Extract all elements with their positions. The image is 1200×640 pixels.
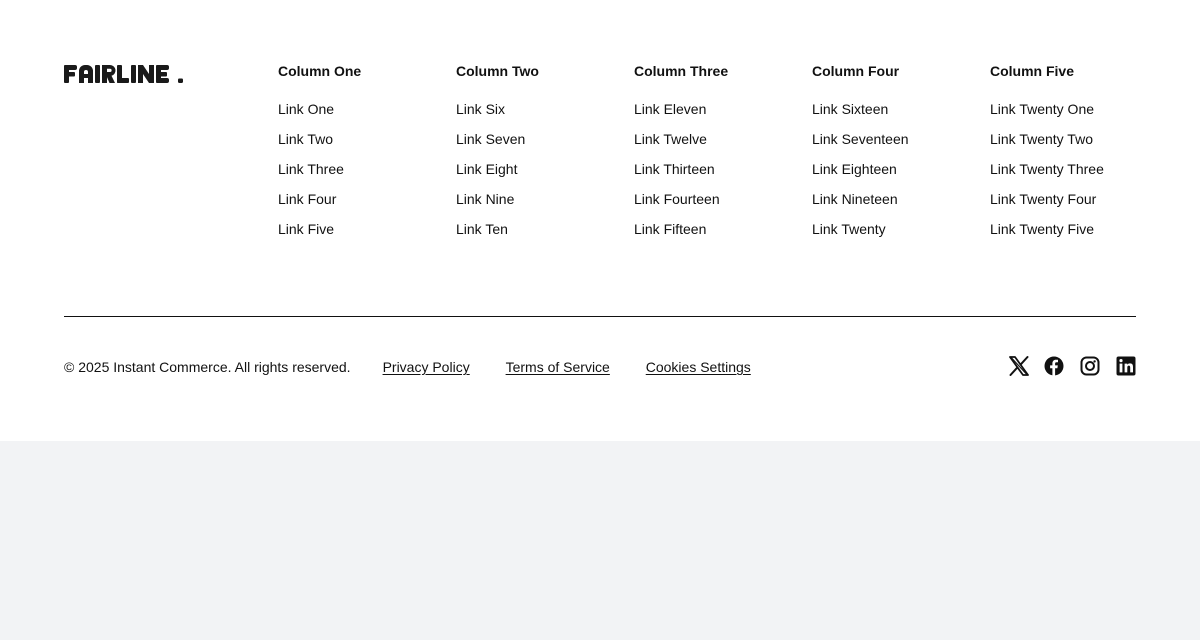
footer-link[interactable]: Link Four: [278, 191, 336, 207]
list-item: Link Nineteen: [812, 190, 982, 220]
fairline-logo-mark: [64, 64, 183, 83]
list-item: Link Sixteen: [812, 100, 982, 130]
brand-logo[interactable]: [64, 62, 186, 86]
column-title: Column Two: [456, 63, 539, 79]
footer-column-four: Column Four Link Sixteen Link Seventeen …: [812, 62, 982, 250]
linkedin-link[interactable]: [1116, 355, 1136, 377]
link-list: Link Eleven Link Twelve Link Thirteen Li…: [634, 100, 804, 250]
column-title: Column Four: [812, 63, 900, 79]
site-footer: Column One Link One Link Two Link Three …: [0, 0, 1200, 441]
x-link[interactable]: [1008, 355, 1029, 377]
column-title: Column One: [278, 63, 362, 79]
footer-link[interactable]: Link Seven: [456, 131, 525, 147]
footer-link[interactable]: Link Eleven: [634, 101, 706, 117]
footer-link[interactable]: Link Eighteen: [812, 161, 897, 177]
list-item: Link Eleven: [634, 100, 804, 130]
footer-link[interactable]: Link Eight: [456, 161, 517, 177]
facebook-icon: [1044, 356, 1064, 376]
list-item: Link Five: [278, 220, 448, 250]
list-item: Link Eighteen: [812, 160, 982, 190]
facebook-link[interactable]: [1044, 355, 1064, 377]
footer-link[interactable]: Link Nine: [456, 191, 514, 207]
link-list: Link One Link Two Link Three Link Four L…: [278, 100, 448, 250]
footer-link[interactable]: Link Twenty One: [990, 101, 1094, 117]
legal-links: Privacy Policy Terms of Service Cookies …: [351, 357, 751, 377]
footer-link[interactable]: Link Twenty Three: [990, 161, 1104, 177]
list-item: Link Four: [278, 190, 448, 220]
list-item: Link One: [278, 100, 448, 130]
list-item: Link Thirteen: [634, 160, 804, 190]
footer-divider: [64, 316, 1136, 317]
list-item: Link Eight: [456, 160, 626, 190]
footer-link[interactable]: Link Sixteen: [812, 101, 888, 117]
list-item: Link Three: [278, 160, 448, 190]
list-item: Link Twenty One: [990, 100, 1160, 130]
footer-link[interactable]: Link Fifteen: [634, 221, 706, 237]
list-item: Link Seven: [456, 130, 626, 160]
list-item: Link Fifteen: [634, 220, 804, 250]
footer-link[interactable]: Link Twenty: [812, 221, 886, 237]
column-title: Column Five: [990, 63, 1075, 79]
footer-link[interactable]: Link One: [278, 101, 334, 117]
footer-link[interactable]: Link Fourteen: [634, 191, 720, 207]
footer-link[interactable]: Link Six: [456, 101, 505, 117]
list-item: Link Twenty Five: [990, 220, 1160, 250]
list-item: Link Fourteen: [634, 190, 804, 220]
footer-link[interactable]: Link Twenty Four: [990, 191, 1096, 207]
list-item: Link Twenty Two: [990, 130, 1160, 160]
link-list: Link Twenty One Link Twenty Two Link Twe…: [990, 100, 1160, 250]
cookies-settings-link[interactable]: Cookies Settings: [646, 359, 751, 375]
privacy-policy-link[interactable]: Privacy Policy: [383, 359, 470, 375]
terms-of-service-link[interactable]: Terms of Service: [506, 359, 610, 375]
list-item: Link Two: [278, 130, 448, 160]
list-item: Link Twenty Four: [990, 190, 1160, 220]
list-item: Link Twelve: [634, 130, 804, 160]
footer-link[interactable]: Link Thirteen: [634, 161, 715, 177]
list-item: Link Nine: [456, 190, 626, 220]
footer-bottom-row: © 2025 Instant Commerce. All rights rese…: [64, 357, 751, 377]
instagram-link[interactable]: [1080, 355, 1100, 377]
footer-link[interactable]: Link Twenty Two: [990, 131, 1093, 147]
footer-column-five: Column Five Link Twenty One Link Twenty …: [990, 62, 1160, 250]
footer-column-three: Column Three Link Eleven Link Twelve Lin…: [634, 62, 804, 250]
column-title: Column Three: [634, 63, 729, 79]
footer-link[interactable]: Link Two: [278, 131, 333, 147]
linkedin-icon: [1116, 356, 1136, 376]
social-links: [1008, 355, 1136, 377]
footer-link[interactable]: Link Ten: [456, 221, 508, 237]
x-icon: [1009, 356, 1029, 376]
list-item: Link Seventeen: [812, 130, 982, 160]
copyright-text: © 2025 Instant Commerce. All rights rese…: [64, 359, 351, 375]
footer-link[interactable]: Link Seventeen: [812, 131, 909, 147]
footer-link[interactable]: Link Nineteen: [812, 191, 898, 207]
footer-link[interactable]: Link Twenty Five: [990, 221, 1094, 237]
footer-link[interactable]: Link Three: [278, 161, 344, 177]
instagram-icon: [1080, 356, 1100, 376]
footer-link[interactable]: Link Five: [278, 221, 334, 237]
footer-column-one: Column One Link One Link Two Link Three …: [278, 62, 448, 250]
list-item: Link Ten: [456, 220, 626, 250]
link-list: Link Six Link Seven Link Eight Link Nine…: [456, 100, 626, 250]
footer-link[interactable]: Link Twelve: [634, 131, 707, 147]
list-item: Link Twenty: [812, 220, 982, 250]
list-item: Link Six: [456, 100, 626, 130]
list-item: Link Twenty Three: [990, 160, 1160, 190]
link-list: Link Sixteen Link Seventeen Link Eightee…: [812, 100, 982, 250]
footer-column-two: Column Two Link Six Link Seven Link Eigh…: [456, 62, 626, 250]
